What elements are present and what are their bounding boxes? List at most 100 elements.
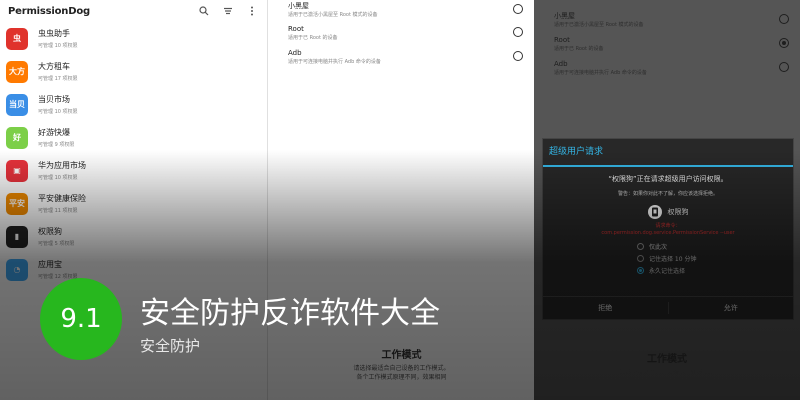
work-mode-desc-1: 请选择最适合自己设备的工作模式。 xyxy=(618,369,715,376)
mode-name: Root xyxy=(554,36,570,44)
app-name: 应用宝 xyxy=(38,259,62,269)
mode-radio[interactable] xyxy=(779,14,789,24)
app-list-item[interactable]: 好好游快爆可管理 9 项权限 xyxy=(0,121,267,154)
allow-button[interactable]: 允许 xyxy=(669,297,794,319)
app-name: 平安健康保险 xyxy=(38,193,86,203)
more-menu-icon[interactable] xyxy=(245,4,259,18)
option-radio[interactable] xyxy=(637,254,644,262)
app-icon: 虫 xyxy=(6,27,28,50)
app-icon: 大方 xyxy=(6,60,28,83)
app-icon: ▮ xyxy=(6,225,28,248)
app-icon: 好 xyxy=(6,126,28,149)
mode-name: Adb xyxy=(554,60,568,68)
app-icon: ▣ xyxy=(6,159,28,182)
mode-option-xiaoheiwu[interactable]: 小黑屋 适用于已激活小黑屋至 Root 模式的设备 xyxy=(554,12,789,29)
app-name: 当贝市场 xyxy=(38,94,70,104)
dialog-message: “权限狗”正在请求超级用户访问权限。 xyxy=(608,175,728,183)
request-command: com.permission.dog.service.PermissionSer… xyxy=(601,230,735,236)
app-name: 好游快爆 xyxy=(38,127,70,137)
mode-option-root[interactable]: Root 适用于已 Root 的设备 xyxy=(288,25,523,42)
app-text: 虫虫助手可管理 10 项权限 xyxy=(38,28,78,50)
work-mode-title: 工作模式 xyxy=(381,350,422,361)
request-command-label: 请求命令： xyxy=(655,223,681,229)
option-radio-selected[interactable] xyxy=(637,266,644,274)
option-label: 永久记住选择 xyxy=(649,267,686,275)
work-mode-title: 工作模式 xyxy=(647,354,687,365)
app-permission-count: 可管理 11 项权限 xyxy=(38,207,78,214)
option-10-min[interactable]: 记住选择 10 分钟 xyxy=(637,252,793,264)
dialog-warning: 警告：如果你对此不了解，你应该选择拒绝。 xyxy=(617,191,718,197)
mode-option-adb[interactable]: Adb 适用于可连接电脑并执行 Adb 命令的设备 xyxy=(288,49,523,66)
mode-select-screen: 小黑屋 适用于已激活小黑屋至 Root 模式的设备 Root 适用于已 Root… xyxy=(267,0,535,400)
mode-radio[interactable] xyxy=(513,27,523,37)
superuser-request-dialog: 超级用户请求 “权限狗”正在请求超级用户访问权限。 警告：如果你对此不了解，你应… xyxy=(542,138,794,320)
app-list-item[interactable]: 当贝 当贝市场可管理 10 项权限 xyxy=(0,88,267,121)
app-list-item[interactable]: ◔ 应用宝 可管理 12 项权限 xyxy=(0,253,267,286)
work-mode-desc-2: 各个工作模式原理不同，效果相同 xyxy=(621,378,712,385)
app-text: 好游快爆可管理 9 项权限 xyxy=(38,127,74,149)
option-forever[interactable]: 永久记住选择 xyxy=(637,264,793,276)
app-name: 权限狗 xyxy=(38,226,62,236)
app-permission-count: 可管理 9 项权限 xyxy=(38,141,75,148)
app-list-screen: PermissionDog 虫虫虫助手 可管理 10 项权限 大方 大方租车 可管理 1… xyxy=(0,0,267,400)
collection-category: 安全防护 xyxy=(140,337,201,355)
app-permission-count: 可管理 10 项权限 xyxy=(38,174,78,181)
app-text: 大方租车 可管理 17 项权限 xyxy=(38,61,78,83)
app-text: 应用宝 可管理 12 项权限 xyxy=(38,259,78,281)
mode-radio[interactable] xyxy=(513,4,523,14)
app-text: 权限狗可管理 5 项权限 xyxy=(38,226,74,248)
mode-desc: 适用于已 Root 的设备 xyxy=(288,35,338,41)
mode-radio[interactable] xyxy=(779,62,789,72)
work-mode-info: 工作模式 请选择最适合自己设备的工作模式。 各个工作模式原理不同，效果相同 xyxy=(534,350,800,386)
mode-name: 小黑屋 xyxy=(554,12,575,20)
option-radio[interactable] xyxy=(637,242,644,250)
app-list-item[interactable]: 虫虫虫助手可管理 10 项权限 xyxy=(0,22,267,55)
app-text: 华为应用市场 可管理 10 项权限 xyxy=(38,160,86,182)
root-request-screen: 小黑屋 适用于已激活小黑屋至 Root 模式的设备 Root 适用于已 Root… xyxy=(534,0,800,400)
app-list-item[interactable]: ▣ 华为应用市场 可管理 10 项权限 xyxy=(0,154,267,187)
mode-option-adb[interactable]: Adb 适用于可连接电脑并执行 Adb 命令的设备 xyxy=(554,60,789,77)
mode-desc: 适用于可连接电脑并执行 Adb 命令的设备 xyxy=(554,70,647,76)
mode-radio[interactable] xyxy=(513,51,523,61)
dialog-buttons: 拒绝 允许 xyxy=(543,296,793,319)
score-badge: 9.1 xyxy=(40,278,122,360)
mode-option-xiaoheiwu[interactable]: 小黑屋 适用于已激活小黑屋至 Root 模式的设备 xyxy=(288,2,523,19)
dialog-app: 权限狗 xyxy=(543,205,793,219)
app-bar: PermissionDog xyxy=(0,0,267,22)
mode-option-root[interactable]: Root 适用于已 Root 的设备 xyxy=(554,36,789,53)
option-label: 仅此次 xyxy=(649,243,668,251)
app-list-item[interactable]: 平安 平安健康保险 可管理 11 项权限 xyxy=(0,187,267,220)
app-text: 平安健康保险 可管理 11 项权限 xyxy=(38,193,86,215)
mode-desc: 适用于可连接电脑并执行 Adb 命令的设备 xyxy=(288,59,381,65)
deny-button[interactable]: 拒绝 xyxy=(543,297,668,319)
app-name: 华为应用市场 xyxy=(38,160,86,170)
app-permission-count: 可管理 10 项权限 xyxy=(38,108,78,115)
collection-title: 安全防护反诈软件大全 xyxy=(140,296,440,331)
option-label: 记住选择 10 分钟 xyxy=(649,255,697,263)
app-icon xyxy=(647,205,662,219)
mode-desc: 适用于已激活小黑屋至 Root 模式的设备 xyxy=(554,22,644,28)
mode-radio-selected[interactable] xyxy=(779,38,789,48)
option-once[interactable]: 仅此次 xyxy=(637,240,793,252)
app-list: 虫虫虫助手 可管理 10 项权限 大方 大方租车 可管理 17 项权限 当贝 当贝市场 可管理… xyxy=(0,22,267,286)
dialog-title: 超级用户请求 xyxy=(543,139,793,167)
app-icon: 当贝 xyxy=(6,93,28,116)
mode-desc: 适用于已激活小黑屋至 Root 模式的设备 xyxy=(288,12,378,18)
filter-icon[interactable] xyxy=(221,4,235,18)
app-icon: 平安 xyxy=(6,192,28,215)
app-title: PermissionDog xyxy=(8,5,90,17)
mode-desc: 适用于已 Root 的设备 xyxy=(554,46,604,52)
work-mode-desc-2: 各个工作模式原理不同，效果相同 xyxy=(356,374,447,381)
app-list-item[interactable]: 大方 大方租车 可管理 17 项权限 xyxy=(0,55,267,88)
app-permission-count: 可管理 10 项权限 xyxy=(38,42,78,49)
mode-name: 小黑屋 xyxy=(288,2,309,10)
mode-name: Root xyxy=(288,25,304,33)
app-name: 大方租车 xyxy=(38,61,70,71)
app-icon: ◔ xyxy=(6,258,28,281)
app-list-item[interactable]: ▮ 权限狗可管理 5 项权限 xyxy=(0,220,267,253)
work-mode-desc-1: 请选择最适合自己设备的工作模式。 xyxy=(353,365,450,372)
work-mode-info: 工作模式 请选择最适合自己设备的工作模式。 各个工作模式原理不同，效果相同 xyxy=(268,346,535,382)
search-icon[interactable] xyxy=(197,4,211,18)
app-name: 虫虫助手 xyxy=(38,28,70,38)
app-permission-count: 可管理 5 项权限 xyxy=(38,240,75,247)
